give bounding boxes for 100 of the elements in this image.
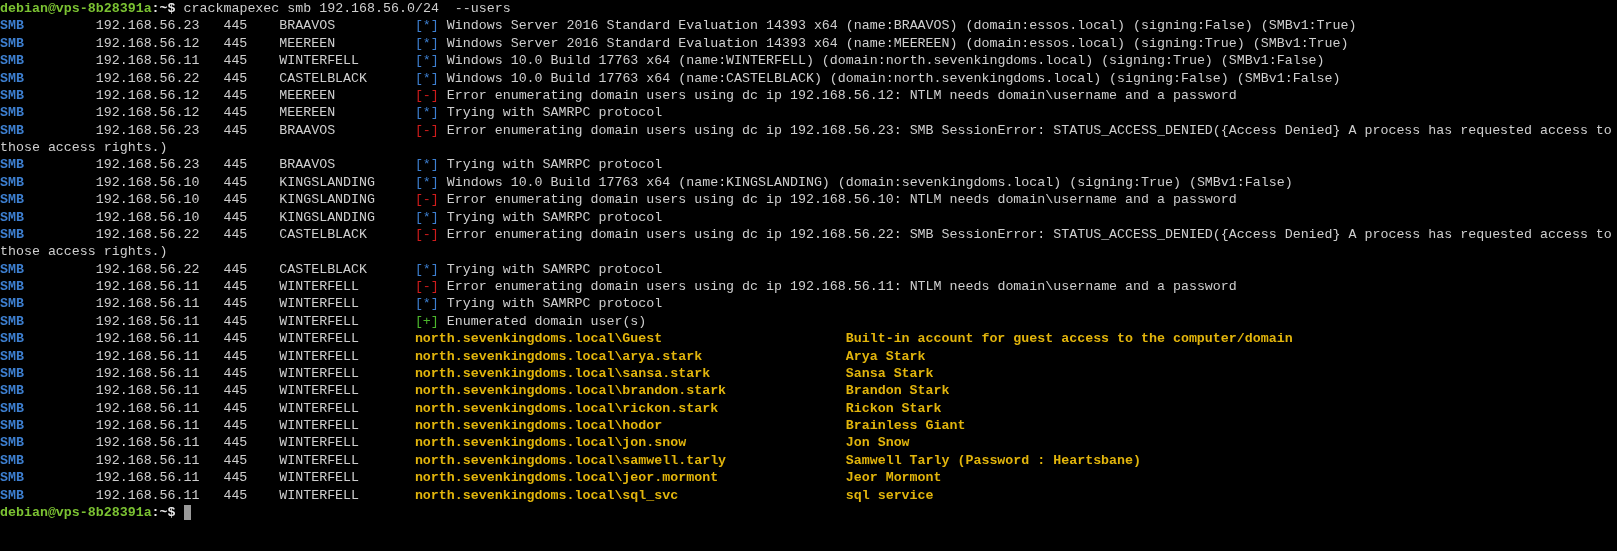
protocol-label: SMB xyxy=(0,399,25,417)
message-text: Windows 10.0 Build 17763 x64 (name:WINTERFELL) (domain:north.sevenkingdoms.local) (signing:True) (SMBv1:False) xyxy=(446,52,1325,70)
message-text: those access rights.) xyxy=(0,243,168,261)
message-text: Trying with SAMRPC protocol xyxy=(446,295,663,313)
port-number: 445 xyxy=(223,295,249,313)
port-number: 445 xyxy=(223,417,249,435)
protocol-label: SMB xyxy=(0,469,25,487)
message-text: Error enumerating domain users using dc ip 192.168.56.12: NTLM needs domain\username and a password xyxy=(446,86,1237,105)
status-marker: [*] xyxy=(414,17,439,35)
ip-address: 192.168.56.23 xyxy=(95,156,201,174)
username: north.sevenkingdoms.local\Guest xyxy=(414,330,664,348)
ip-address: 192.168.56.11 xyxy=(95,330,201,348)
user-description: Brainless Giant xyxy=(845,417,966,435)
host-name: BRAAVOS xyxy=(279,121,337,139)
status-marker: [+] xyxy=(414,312,439,331)
status-marker: [-] xyxy=(414,121,439,139)
ip-address: 192.168.56.23 xyxy=(95,17,201,35)
user-description: Built-in account for guest access to the computer/domain xyxy=(845,330,1293,348)
port-number: 445 xyxy=(223,434,249,452)
protocol-label: SMB xyxy=(0,417,25,435)
ip-address: 192.168.56.10 xyxy=(95,191,201,209)
protocol-label: SMB xyxy=(0,330,25,348)
ip-address: 192.168.56.11 xyxy=(95,399,201,417)
port-number: 445 xyxy=(223,225,249,244)
host-name: BRAAVOS xyxy=(279,17,337,35)
ip-address: 192.168.56.11 xyxy=(95,451,201,470)
prompt-user-host: debian@vps-8b28391a xyxy=(0,503,152,522)
host-name: KINGSLANDING xyxy=(279,208,376,226)
protocol-label: SMB xyxy=(0,382,25,400)
username: north.sevenkingdoms.local\sansa.stark xyxy=(414,364,712,383)
host-name: WINTERFELL xyxy=(279,330,361,348)
ip-address: 192.168.56.10 xyxy=(95,208,201,226)
host-name: WINTERFELL xyxy=(279,52,361,70)
host-name: WINTERFELL xyxy=(279,399,361,417)
status-marker: [*] xyxy=(414,260,439,278)
ip-address: 192.168.56.11 xyxy=(95,417,201,435)
status-marker: [-] xyxy=(414,86,439,105)
ip-address: 192.168.56.22 xyxy=(95,225,201,244)
host-name: WINTERFELL xyxy=(279,434,361,452)
username: north.sevenkingdoms.local\jon.snow xyxy=(414,434,688,452)
username: north.sevenkingdoms.local\arya.stark xyxy=(414,347,704,365)
message-text: Windows Server 2016 Standard Evaluation 14393 x64 (name:MEEREEN) (domain:essos.local) (signing:True) (SMBv1:True) xyxy=(446,34,1349,53)
port-number: 445 xyxy=(223,173,249,192)
ip-address: 192.168.56.11 xyxy=(95,278,201,296)
protocol-label: SMB xyxy=(0,225,25,244)
message-text: Error enumerating domain users using dc ip 192.168.56.22: SMB SessionError: STATUS_ACCESS_DENIED({Access Denied} A process has requested access to xyxy=(446,225,1612,244)
username: north.sevenkingdoms.local\hodor xyxy=(414,417,664,435)
ip-address: 192.168.56.12 xyxy=(95,34,201,53)
host-name: WINTERFELL xyxy=(279,417,361,435)
status-marker: [*] xyxy=(414,156,439,174)
host-name: CASTELBLACK xyxy=(279,225,369,244)
port-number: 445 xyxy=(223,52,249,70)
port-number: 445 xyxy=(223,121,249,139)
port-number: 445 xyxy=(223,156,249,174)
protocol-label: SMB xyxy=(0,191,25,209)
ip-address: 192.168.56.22 xyxy=(95,260,201,278)
port-number: 445 xyxy=(223,469,249,487)
port-number: 445 xyxy=(223,34,249,53)
host-name: MEEREEN xyxy=(279,34,337,53)
ip-address: 192.168.56.10 xyxy=(95,173,201,192)
status-marker: [*] xyxy=(414,34,439,53)
protocol-label: SMB xyxy=(0,364,25,383)
message-text: Error enumerating domain users using dc ip 192.168.56.11: NTLM needs domain\username and a password xyxy=(446,278,1237,296)
status-marker: [*] xyxy=(414,104,439,122)
ip-address: 192.168.56.11 xyxy=(95,382,201,400)
ip-address: 192.168.56.12 xyxy=(95,104,201,122)
ip-address: 192.168.56.22 xyxy=(95,69,201,87)
host-name: CASTELBLACK xyxy=(279,260,369,278)
ip-address: 192.168.56.11 xyxy=(95,469,201,487)
port-number: 445 xyxy=(223,347,249,365)
protocol-label: SMB xyxy=(0,208,25,226)
message-text: Windows Server 2016 Standard Evaluation 14393 x64 (name:BRAAVOS) (domain:essos.local) (signing:False) (SMBv1:True) xyxy=(446,17,1357,35)
port-number: 445 xyxy=(223,191,249,209)
protocol-label: SMB xyxy=(0,347,25,365)
port-number: 445 xyxy=(223,486,249,504)
ip-address: 192.168.56.12 xyxy=(95,86,201,105)
port-number: 445 xyxy=(223,364,249,383)
message-text: Error enumerating domain users using dc ip 192.168.56.10: NTLM needs domain\username and a password xyxy=(446,191,1237,209)
message-text: Enumerated domain user(s) xyxy=(446,312,647,331)
protocol-label: SMB xyxy=(0,156,25,174)
prompt-user-host: debian@vps-8b28391a xyxy=(0,0,152,18)
ip-address: 192.168.56.11 xyxy=(95,486,201,504)
message-text: Error enumerating domain users using dc ip 192.168.56.23: SMB SessionError: STATUS_ACCESS_DENIED({Access Denied} A process has requested access to xyxy=(446,121,1612,139)
status-marker: [-] xyxy=(414,225,439,244)
ip-address: 192.168.56.11 xyxy=(95,52,201,70)
protocol-label: SMB xyxy=(0,17,25,35)
username: north.sevenkingdoms.local\rickon.stark xyxy=(414,399,720,417)
message-text: Trying with SAMRPC protocol xyxy=(446,104,663,122)
protocol-label: SMB xyxy=(0,434,25,452)
protocol-label: SMB xyxy=(0,86,25,105)
username: north.sevenkingdoms.local\brandon.stark xyxy=(414,382,728,400)
status-marker: [*] xyxy=(414,69,439,87)
status-marker: [*] xyxy=(414,295,439,313)
user-description: Samwell Tarly (Password : Heartsbane) xyxy=(845,451,1141,470)
username: north.sevenkingdoms.local\jeor.mormont xyxy=(414,469,720,487)
ip-address: 192.168.56.23 xyxy=(95,121,201,139)
status-marker: [*] xyxy=(414,208,439,226)
port-number: 445 xyxy=(223,69,249,87)
message-text: Trying with SAMRPC protocol xyxy=(446,260,663,278)
status-marker: [-] xyxy=(414,191,439,209)
